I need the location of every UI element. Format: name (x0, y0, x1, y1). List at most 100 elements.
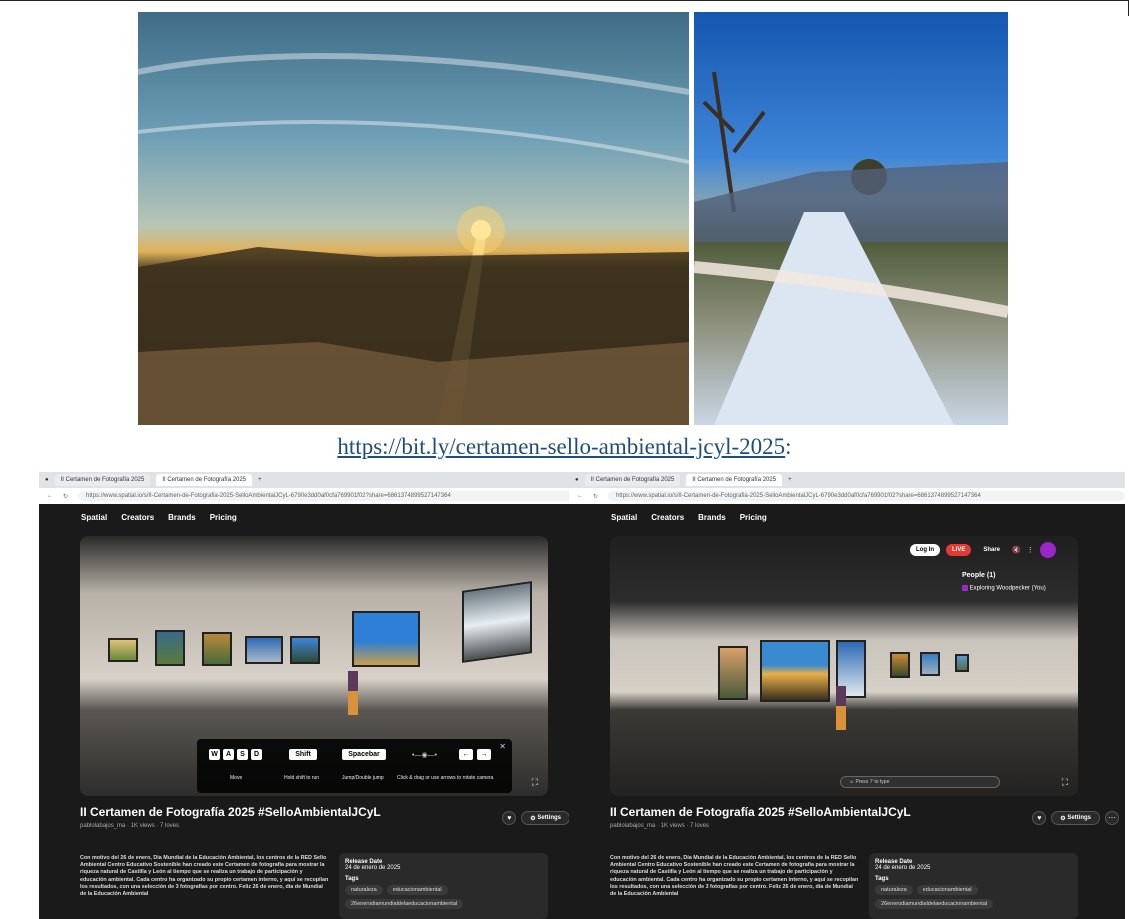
browser-tab-2[interactable]: II Certamen de Fotografía 2025 (686, 474, 783, 486)
settings-button[interactable]: ⚙ Settings (1051, 811, 1100, 825)
nav-pricing[interactable]: Pricing (210, 513, 237, 522)
key-right-arrow: → (477, 749, 491, 760)
space-info-panel: Release Date 24 de enero de 2025 Tags na… (339, 853, 548, 919)
person-avatar-icon (962, 585, 968, 591)
space-description: Con motivo del 26 de enero, Día Mundial … (80, 855, 329, 898)
release-date-value: 24 de enero de 2025 (345, 865, 401, 871)
new-tab-icon[interactable]: + (258, 477, 262, 483)
gallery-photo (245, 636, 283, 664)
space-description: Con motivo del 26 de enero, Día Mundial … (610, 855, 859, 898)
address-bar[interactable]: https://www.spatial.io/s/II-Certamen-de-… (608, 491, 1125, 501)
gallery-photo (202, 632, 232, 666)
avatar[interactable] (1039, 542, 1056, 558)
browser-tab-bar: ● II Certamen de Fotografía 2025 II Cert… (39, 472, 595, 488)
tag-chip[interactable]: 26enerodiamundialdelaeducacionambiental (345, 899, 464, 909)
top-right-controls: Log In LIVE Share 🔇 ⋮ (910, 542, 1056, 558)
heart-icon[interactable]: ♥ (502, 811, 517, 825)
browser-tab-1[interactable]: II Certamen de Fotografía 2025 (584, 474, 681, 486)
tags-label: Tags (875, 876, 889, 882)
new-tab-icon[interactable]: + (788, 477, 792, 483)
nav-creators[interactable]: Creators (121, 513, 154, 522)
chat-placeholder: Press '/' to type (855, 779, 890, 785)
spatial-logo[interactable]: Spatial (611, 513, 637, 522)
gallery-photo (108, 638, 138, 662)
gallery-photo (718, 646, 748, 700)
release-date-value: 24 de enero de 2025 (875, 865, 931, 871)
back-icon[interactable]: ← (47, 493, 53, 499)
nav-pricing[interactable]: Pricing (740, 513, 767, 522)
label-run: Hold shift to run (284, 775, 320, 781)
more-options-icon[interactable]: ⋯ (1105, 811, 1119, 825)
person-name: Exploring Woodpecker (You) (969, 585, 1046, 592)
gallery-photo (890, 652, 910, 678)
gallery-photo (920, 652, 940, 676)
label-jump: Jump/Double jump (342, 775, 384, 781)
space-meta: pablolabajos_ma · 1K views · 7 loves (80, 823, 180, 829)
tag-chip[interactable]: educacionambiental (916, 885, 978, 895)
top-border (0, 0, 1129, 1)
address-bar-row: ← ↻ https://www.spatial.io/s/II-Certamen… (39, 488, 595, 504)
heart-icon[interactable]: ♥ (1032, 811, 1047, 825)
live-badge[interactable]: LIVE (946, 544, 972, 556)
spatial-screenshot-gallery: ● II Certamen de Fotografía 2025 II Cert… (569, 472, 1125, 919)
nav-creators[interactable]: Creators (651, 513, 684, 522)
profile-icon[interactable]: ● (575, 477, 579, 483)
reload-icon[interactable]: ↻ (593, 493, 598, 500)
share-button[interactable]: Share (977, 547, 1006, 553)
document-page: https://bit.ly/certamen-sello-ambiental-… (0, 0, 1129, 919)
link-suffix: : (785, 434, 792, 459)
chat-input[interactable]: ☺ Press '/' to type (840, 776, 1000, 788)
spatial-logo[interactable]: Spatial (81, 513, 107, 522)
sunset-illustration (138, 53, 689, 425)
person-row[interactable]: Exploring Woodpecker (You) (962, 585, 1072, 592)
space-actions: ♥ ⚙ Settings ⋯ (1032, 811, 1119, 825)
address-bar-row: ← ↻ https://www.spatial.io/s/II-Certamen… (569, 488, 1125, 504)
label-rotate: Click & drag or use arrows to rotate cam… (397, 775, 494, 781)
browser-tab-2[interactable]: II Certamen de Fotografía 2025 (156, 474, 253, 486)
space-title: II Certamen de Fotografía 2025 #SelloAmb… (610, 805, 911, 819)
reload-icon[interactable]: ↻ (63, 493, 68, 500)
space-meta: pablolabajos_ma · 1K views · 7 loves (610, 823, 710, 829)
people-title: People (1) (962, 572, 996, 579)
sunset-photo (138, 12, 689, 425)
gallery-photo-waterfall (462, 581, 532, 663)
settings-label: Settings (537, 815, 561, 821)
back-icon[interactable]: ← (577, 493, 583, 499)
key-left-arrow: ← (459, 749, 473, 760)
certamen-link[interactable]: https://bit.ly/certamen-sello-ambiental-… (337, 434, 785, 459)
gear-icon: ⚙ (1060, 815, 1068, 822)
spatial-nav: Spatial Creators Brands Pricing (39, 504, 595, 530)
tag-chip[interactable]: educacionambiental (386, 885, 448, 895)
profile-icon[interactable]: ● (45, 477, 49, 483)
3d-gallery-viewer[interactable]: Log In LIVE Share 🔇 ⋮ People (1) Explori… (610, 536, 1078, 796)
address-bar[interactable]: https://www.spatial.io/s/II-Certamen-de-… (78, 491, 595, 501)
avatar-character (836, 686, 846, 730)
login-button[interactable]: Log In (910, 544, 940, 556)
browser-tab-bar: ● II Certamen de Fotografía 2025 II Cert… (569, 472, 1125, 488)
people-panel: People (1) Exploring Woodpecker (You) (962, 572, 1072, 592)
tag-chip[interactable]: naturaleza (875, 885, 913, 895)
close-icon[interactable]: ✕ (499, 742, 506, 751)
tag-chip[interactable]: 26enerodiamundialdelaeducacionambiental (875, 899, 994, 909)
browser-tab-1[interactable]: II Certamen de Fotografía 2025 (54, 474, 151, 486)
gallery-photo-featured (352, 611, 420, 667)
more-vertical-icon[interactable]: ⋮ (1027, 546, 1034, 554)
gallery-photo (955, 654, 969, 672)
nav-brands[interactable]: Brands (698, 513, 726, 522)
tag-chip[interactable]: naturaleza (345, 885, 383, 895)
fullscreen-icon[interactable]: ⛶ (1062, 777, 1068, 788)
avatar-character (348, 671, 358, 715)
fullscreen-icon[interactable]: ⛶ (532, 777, 538, 788)
settings-button[interactable]: ⚙ Settings (521, 811, 570, 825)
3d-gallery-viewer[interactable]: ✕ W A S D Shift Spacebar •—◉—• ← → Move … (80, 536, 548, 796)
nav-brands[interactable]: Brands (168, 513, 196, 522)
tags-list: naturaleza educacionambiental 26enerodia… (345, 885, 542, 909)
tags-label: Tags (345, 876, 359, 882)
key-a: A (223, 749, 234, 760)
certamen-link-line: https://bit.ly/certamen-sello-ambiental-… (0, 434, 1129, 460)
mute-icon[interactable]: 🔇 (1012, 546, 1021, 554)
gallery-photo-sunset (760, 640, 830, 702)
gallery-photo (290, 636, 320, 664)
settings-label: Settings (1067, 815, 1091, 821)
frosty-path-illustration (694, 71, 1008, 425)
